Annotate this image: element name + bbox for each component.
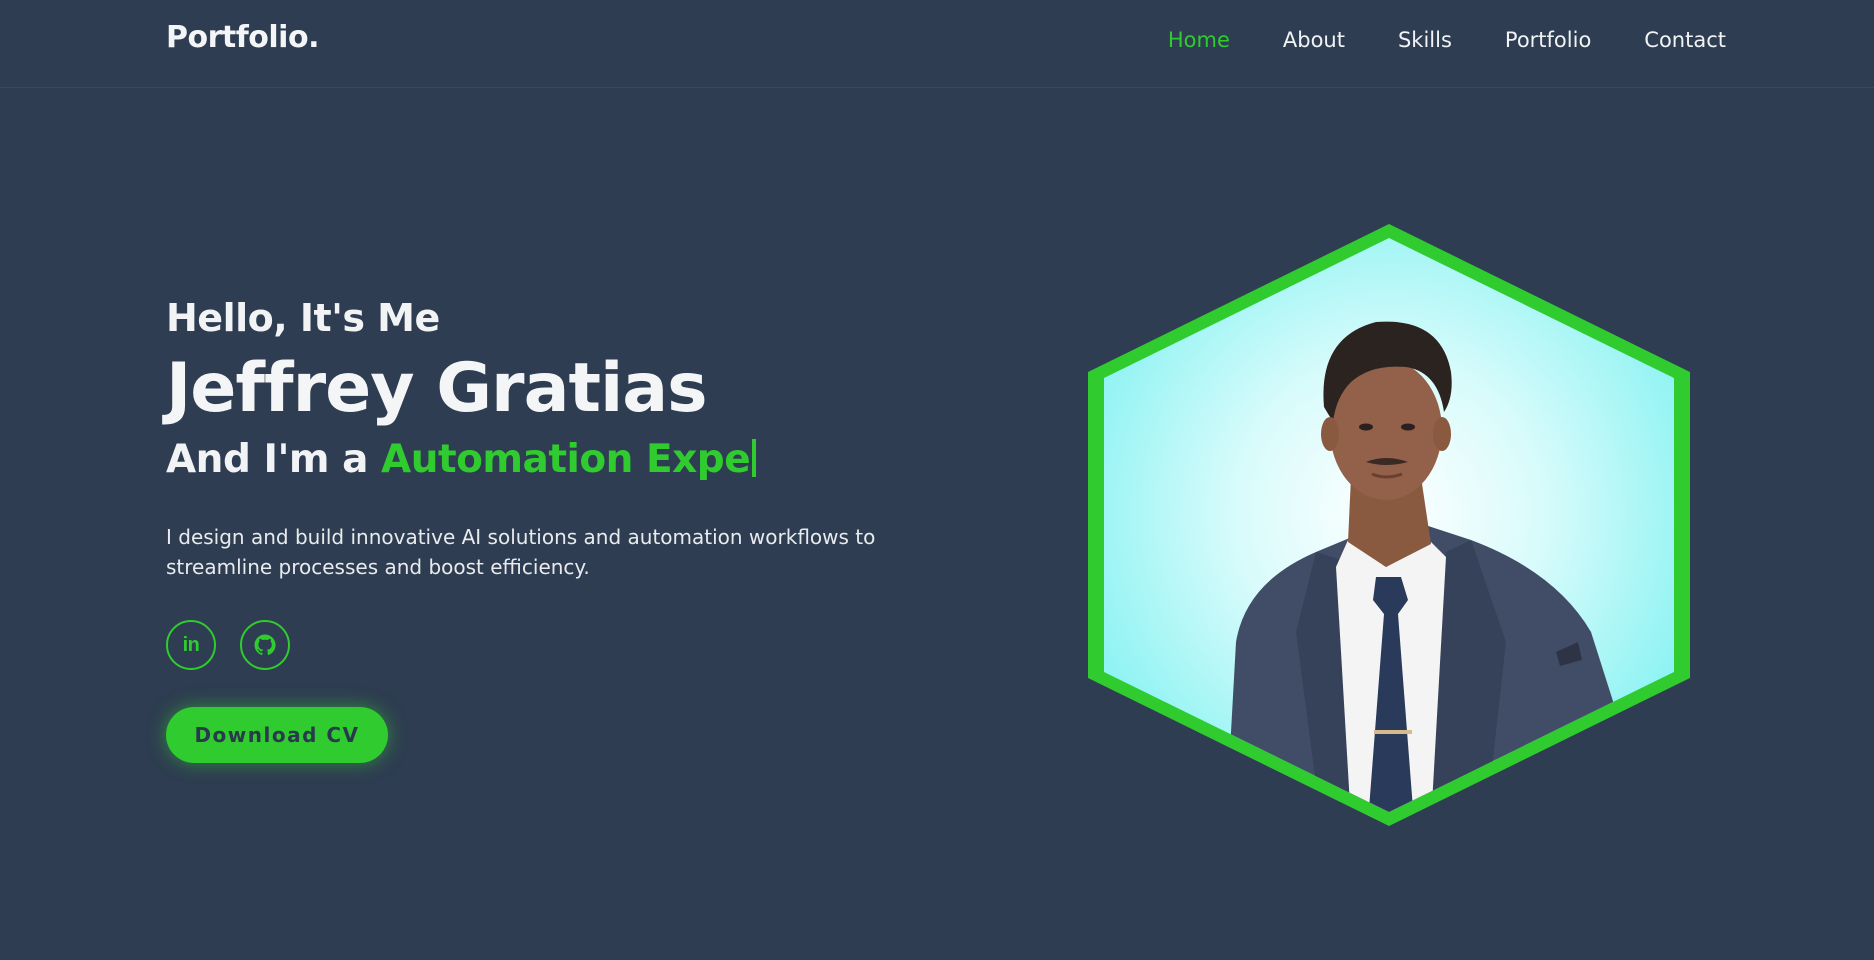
- hero-name: Jeffrey Gratias: [166, 349, 708, 428]
- github-button[interactable]: [240, 620, 290, 670]
- hero-greeting: Hello, It's Me: [166, 296, 440, 340]
- nav-link-home[interactable]: Home: [1168, 24, 1230, 56]
- role-prefix: And I'm a: [166, 437, 368, 482]
- hero-role: And I'm a Automation Expe: [166, 432, 926, 488]
- hero-description: I design and build innovative AI solutio…: [166, 525, 876, 579]
- nav-link-contact[interactable]: Contact: [1644, 24, 1726, 56]
- nav-links: Home About Skills Portfolio Contact: [1115, 24, 1726, 56]
- linkedin-icon: in: [182, 633, 200, 656]
- social-links: in: [166, 620, 926, 670]
- profile-photo: [1088, 224, 1690, 826]
- github-icon: [254, 634, 276, 656]
- navbar: Portfolio. Home About Skills Portfolio C…: [0, 0, 1874, 88]
- role-typed-text: Automation Expe: [381, 437, 751, 482]
- typing-cursor: [752, 439, 757, 477]
- linkedin-button[interactable]: in: [166, 620, 216, 670]
- nav-link-skills[interactable]: Skills: [1398, 24, 1452, 56]
- nav-link-about[interactable]: About: [1283, 24, 1345, 56]
- profile-hexagon: [1086, 222, 1692, 828]
- hero-content: Hello, It's Me Jeffrey Gratias And I'm a…: [166, 290, 926, 763]
- download-cv-button[interactable]: Download CV: [166, 707, 388, 763]
- site-logo[interactable]: Portfolio.: [166, 20, 319, 55]
- nav-link-portfolio[interactable]: Portfolio: [1505, 24, 1591, 56]
